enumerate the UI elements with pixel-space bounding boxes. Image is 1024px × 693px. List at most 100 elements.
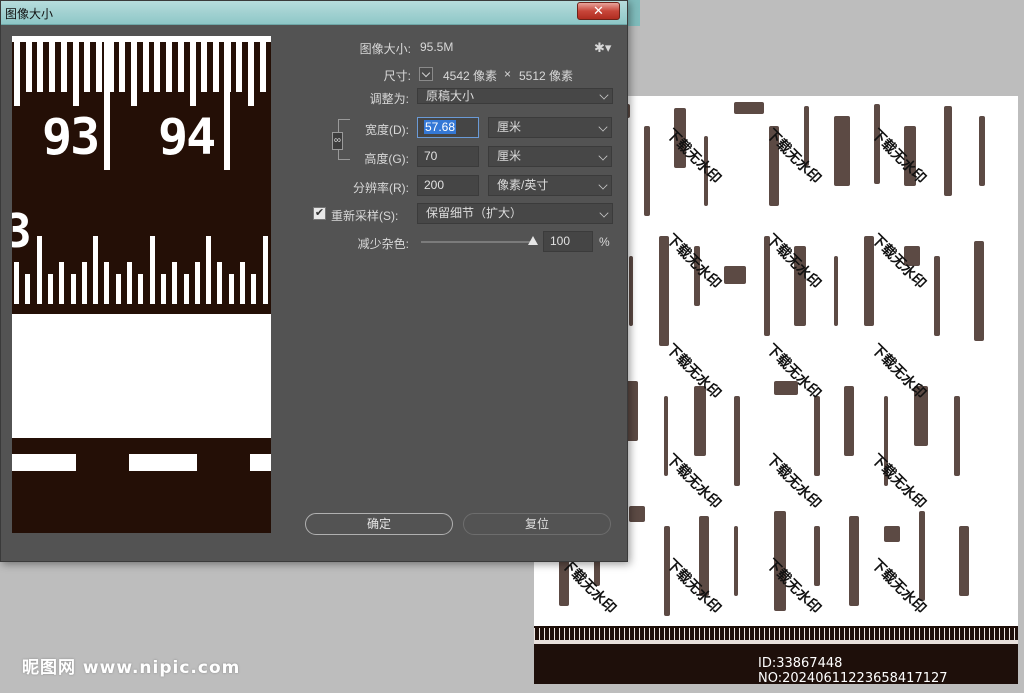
- preview-ruler-tick: [228, 274, 234, 304]
- watermark-text: 下载无水印: [867, 451, 929, 513]
- tool-graphic: [954, 396, 960, 476]
- preview-ruler-tick: [72, 42, 79, 106]
- preview-ruler-tick: [47, 274, 53, 304]
- preview-ruler-tick: [25, 274, 31, 304]
- close-button[interactable]: ✕: [577, 2, 620, 20]
- watermark-text: 下载无水印: [662, 556, 724, 618]
- tool-graphic: [734, 396, 740, 486]
- dimensions-unit-chevron-icon[interactable]: [419, 67, 433, 81]
- chevron-down-icon: [599, 208, 609, 218]
- dimensions-width: 4542 像素: [443, 69, 498, 83]
- preview-ruler-tick: [212, 42, 219, 92]
- preview-ruler-tick: [14, 42, 20, 106]
- width-unit-select[interactable]: 厘米: [488, 117, 612, 138]
- fit-to-label: 调整为:: [369, 92, 409, 106]
- preview-ruler-tick: [142, 42, 149, 92]
- tool-graphic: [814, 396, 820, 476]
- noise-input[interactable]: 100: [543, 231, 593, 252]
- tool-graphic: [849, 516, 859, 606]
- noise-slider-track[interactable]: [421, 241, 535, 243]
- preview-ruler-tick: [95, 42, 102, 92]
- tool-graphic: [884, 526, 900, 542]
- document-id-text: ID:33867448 NO:20240611223658417127: [758, 656, 948, 686]
- preview-ruler-tick: [93, 236, 99, 304]
- resample-method-value: 保留细节（扩大）: [426, 206, 523, 220]
- preview-ruler-tick: [189, 42, 196, 106]
- preview-ruler-tick: [236, 42, 243, 92]
- watermark-text: 下载无水印: [662, 451, 724, 513]
- preview-ruler-tick: [138, 274, 144, 304]
- preview-ruler-tick: [160, 274, 166, 304]
- preview-dash: [12, 454, 76, 471]
- watermark-text: 下载无水印: [867, 341, 929, 403]
- height-input[interactable]: 70: [417, 146, 479, 167]
- preview-ruler-major-tick: [104, 42, 110, 170]
- image-size-value: 95.5M: [420, 40, 454, 54]
- dimensions-separator: ×: [504, 67, 512, 81]
- tool-graphic: [734, 102, 764, 114]
- tool-graphic: [944, 106, 952, 196]
- tool-graphic: [734, 526, 738, 596]
- resolution-unit-value: 像素/英寸: [497, 178, 549, 192]
- tool-graphic: [834, 256, 838, 326]
- image-size-dialog: 图像大小 ✕ 93 94 3 ✱▾ 图像大小: 95.5M 尺寸: 4542 像…: [0, 0, 628, 562]
- noise-slider-thumb[interactable]: [528, 236, 538, 245]
- reset-button[interactable]: 复位: [463, 513, 611, 535]
- preview-ruler-tick: [217, 262, 223, 304]
- preview-ruler-tick: [127, 262, 132, 304]
- dimensions-label: 尺寸:: [383, 69, 411, 83]
- resolution-unit-select[interactable]: 像素/英寸: [488, 175, 612, 196]
- preview-ruler-tick: [14, 262, 19, 304]
- window-title: 图像大小: [5, 7, 54, 21]
- preview-ruler-tick: [131, 42, 137, 106]
- preview-ruler-tick: [149, 236, 155, 304]
- resolution-value: 200: [424, 178, 445, 192]
- height-unit-select[interactable]: 厘米: [488, 146, 612, 167]
- tool-graphic: [694, 386, 706, 456]
- noise-label: 减少杂色:: [357, 237, 409, 251]
- tool-graphic: [629, 506, 645, 522]
- image-preview[interactable]: 93 94 3: [12, 36, 271, 533]
- width-unit-value: 厘米: [497, 120, 522, 134]
- preview-ruler-tick: [262, 236, 268, 304]
- noise-unit: %: [599, 235, 610, 249]
- tool-graphic: [959, 526, 969, 596]
- chevron-down-icon: [598, 151, 608, 161]
- preview-ruler-tick: [248, 42, 254, 106]
- chevron-down-icon: [598, 180, 608, 190]
- preview-ruler-tick: [119, 42, 126, 92]
- preview-ruler-tick: [201, 42, 208, 92]
- preview-ruler-tick: [259, 42, 266, 92]
- preview-ruler-major-tick: [224, 42, 230, 170]
- fit-to-select[interactable]: 原稿大小: [417, 88, 613, 104]
- tool-graphic: [644, 126, 650, 216]
- ruler-line: [534, 640, 1018, 644]
- resolution-input[interactable]: 200: [417, 175, 479, 196]
- ok-button[interactable]: 确定: [305, 513, 453, 535]
- resample-method-select[interactable]: 保留细节（扩大）: [417, 203, 613, 224]
- preview-ruler-tick: [49, 42, 56, 92]
- preview-ruler-tick: [81, 262, 87, 304]
- title-bar[interactable]: 图像大小 ✕: [1, 1, 627, 25]
- noise-value: 100: [550, 234, 571, 248]
- preview-ruler-tick: [172, 262, 178, 304]
- preview-dash: [250, 454, 271, 471]
- height-unit-value: 厘米: [497, 149, 522, 163]
- preview-ruler-tick: [37, 42, 44, 92]
- height-value: 70: [424, 149, 438, 163]
- resample-checkbox[interactable]: ✔: [313, 207, 326, 220]
- tool-graphic: [834, 116, 850, 186]
- width-label: 宽度(D):: [365, 123, 409, 137]
- preview-ruler-tick: [36, 236, 42, 304]
- image-size-label: 图像大小:: [359, 42, 411, 56]
- preview-partial-number: 3: [12, 204, 32, 258]
- preview-ruler-tick: [194, 262, 200, 304]
- site-logo: 昵图网 www.nipic.com: [22, 658, 241, 678]
- height-label: 高度(G):: [364, 152, 409, 166]
- settings-gear-icon[interactable]: ✱▾: [594, 40, 611, 56]
- preview-ruler-tick: [251, 274, 257, 304]
- tool-graphic: [934, 256, 940, 336]
- width-input[interactable]: 57.68: [417, 117, 479, 138]
- tool-graphic: [919, 511, 925, 601]
- preview-ruler-tick: [115, 274, 121, 304]
